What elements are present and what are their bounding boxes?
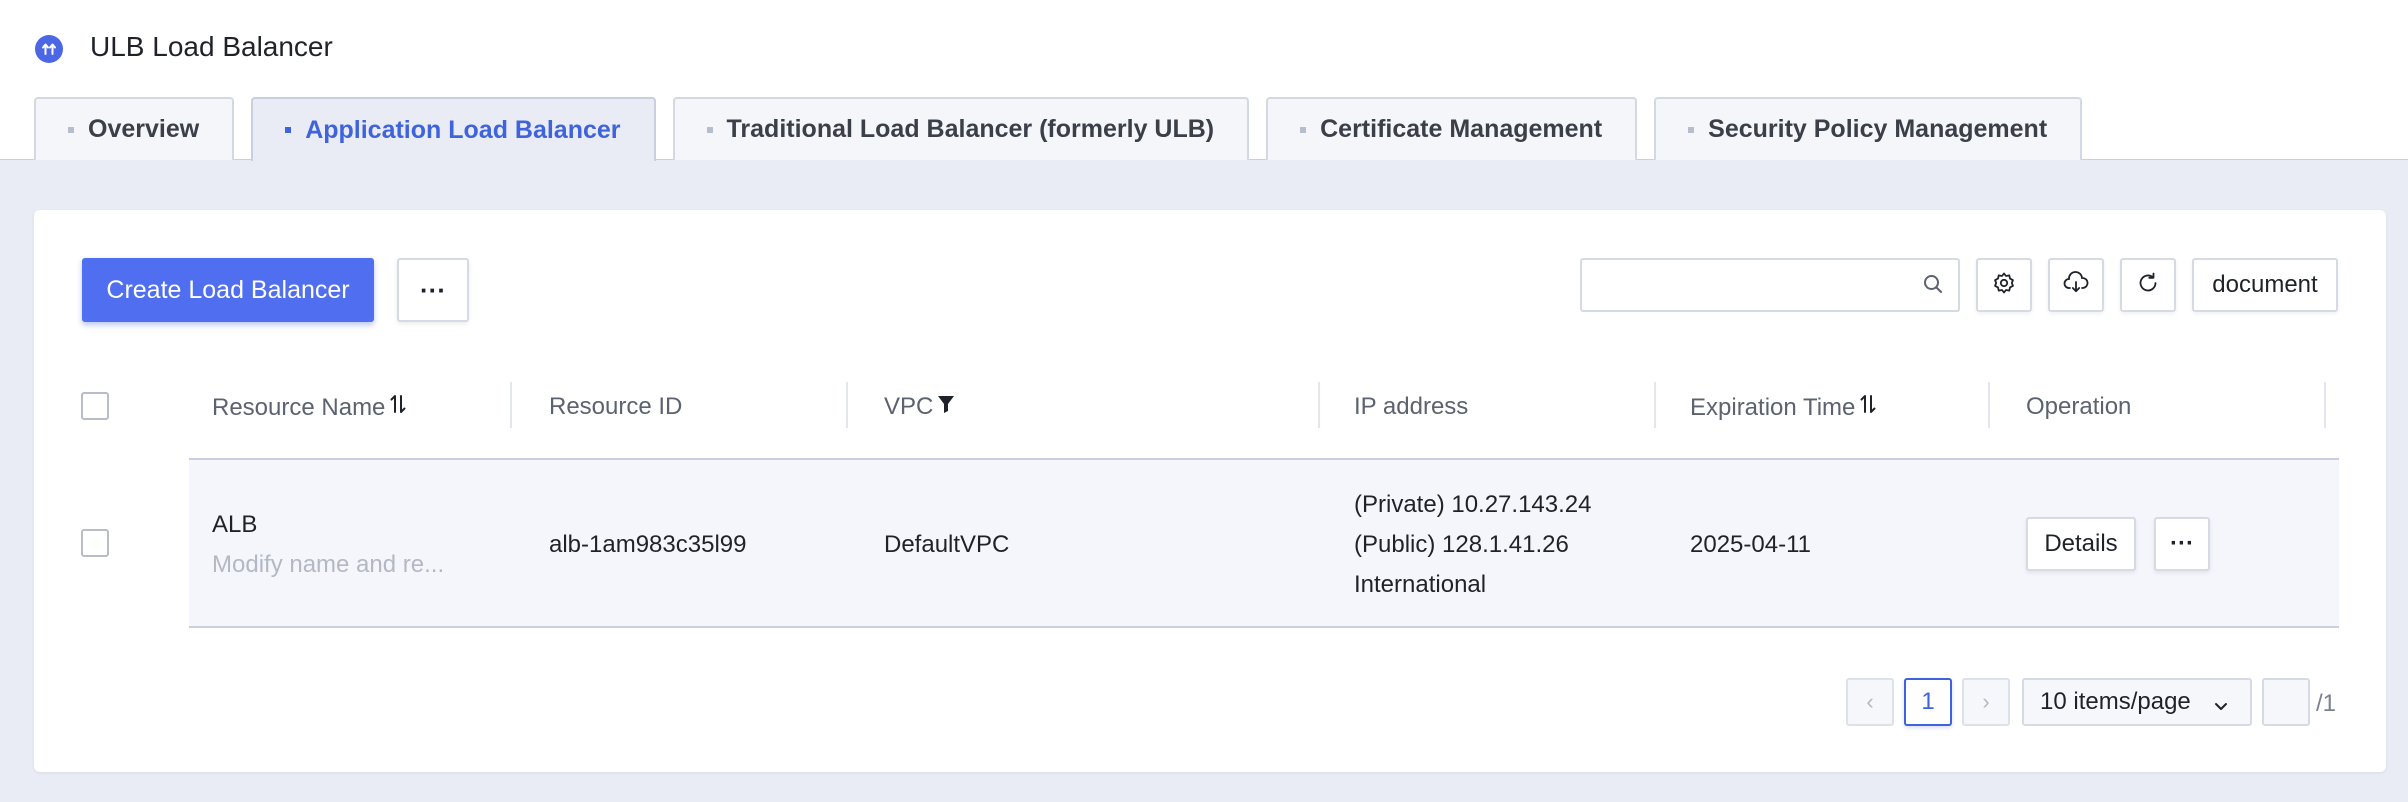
- tab-label: Certificate Management: [1320, 115, 1603, 143]
- column-header-expiration-time[interactable]: Expiration Time: [1690, 393, 1877, 422]
- more-actions-button[interactable]: ···: [397, 258, 469, 322]
- column-label: IP address: [1354, 393, 1469, 420]
- ip-private: (Private) 10.27.143.24: [1354, 491, 1592, 518]
- expiration-date: 2025-04-11: [1690, 531, 1811, 558]
- column-header-ip-address: IP address: [1354, 393, 1468, 421]
- sort-icon[interactable]: [389, 393, 407, 422]
- page-size-label: 10 items/page: [2040, 688, 2191, 715]
- tab-security-policy-management[interactable]: Security Policy Management: [1654, 97, 2083, 160]
- table-row: [189, 460, 2339, 628]
- page-header: ULB Load Balancer Overview Application L…: [0, 0, 2408, 161]
- filter-icon[interactable]: [937, 393, 955, 421]
- content-card: Create Load Balancer ··· document Resour…: [34, 210, 2386, 772]
- tab-bullet-icon: [1688, 126, 1695, 133]
- ip-region: International: [1354, 571, 1487, 598]
- search-input[interactable]: [1582, 260, 1902, 310]
- tab-bullet-icon: [1300, 126, 1307, 133]
- vpc-value: DefaultVPC: [884, 531, 1010, 558]
- column-divider: [2324, 382, 2326, 428]
- column-label: Resource ID: [549, 393, 683, 420]
- cloud-download-icon: [2063, 270, 2089, 300]
- tab-label: Application Load Balancer: [305, 115, 621, 144]
- tab-bullet-icon: [68, 126, 74, 133]
- column-divider: [510, 382, 512, 428]
- tab-label: Traditional Load Balancer (formerly ULB): [726, 115, 1215, 143]
- row-more-button[interactable]: ···: [2154, 517, 2210, 571]
- column-label: Resource Name: [212, 393, 386, 421]
- refresh-icon: [2136, 271, 2160, 300]
- tab-overview[interactable]: Overview: [34, 97, 235, 160]
- download-button[interactable]: [2048, 258, 2104, 312]
- column-divider: [1654, 382, 1656, 428]
- column-divider: [1318, 382, 1320, 428]
- column-label: VPC: [884, 393, 934, 420]
- sort-icon[interactable]: [1859, 393, 1877, 422]
- select-all-checkbox[interactable]: [81, 392, 109, 420]
- tab-bar: Overview Application Load Balancer Tradi…: [34, 97, 2099, 161]
- page-number-current[interactable]: 1: [1904, 678, 1952, 726]
- next-page-button[interactable]: ›: [1962, 678, 2010, 726]
- resource-id: alb-1am983c35l99: [549, 531, 747, 558]
- tab-label: Security Policy Management: [1708, 115, 2048, 143]
- column-label: Expiration Time: [1690, 393, 1856, 421]
- chevron-down-icon: [2212, 694, 2230, 722]
- refresh-button[interactable]: [2120, 258, 2176, 312]
- tab-bullet-icon: [706, 126, 713, 133]
- tab-label: Overview: [88, 115, 200, 143]
- column-header-vpc[interactable]: VPC: [884, 393, 955, 421]
- tab-application-load-balancer[interactable]: Application Load Balancer: [251, 97, 656, 161]
- settings-icon: [1992, 271, 2016, 300]
- column-divider: [846, 382, 848, 428]
- details-button[interactable]: Details: [2026, 517, 2136, 571]
- ulb-logo-icon: [35, 35, 63, 63]
- create-load-balancer-button[interactable]: Create Load Balancer: [82, 258, 374, 322]
- document-button[interactable]: document: [2192, 258, 2338, 312]
- tab-traditional-load-balancer[interactable]: Traditional Load Balancer (formerly ULB): [672, 97, 1250, 160]
- resource-name-edit-hint[interactable]: Modify name and re...: [212, 551, 444, 579]
- tab-bullet-icon: [285, 127, 292, 133]
- resource-name-link[interactable]: ALB: [212, 511, 257, 539]
- page-size-select[interactable]: 10 items/page: [2022, 678, 2252, 726]
- settings-button[interactable]: [1976, 258, 2032, 312]
- column-label: Operation: [2026, 393, 2132, 420]
- tab-certificate-management[interactable]: Certificate Management: [1266, 97, 1638, 160]
- ip-public: (Public) 128.1.41.26: [1354, 531, 1569, 558]
- column-header-resource-id: Resource ID: [549, 393, 682, 421]
- column-divider: [1988, 382, 1990, 428]
- search-icon[interactable]: [1922, 273, 1944, 300]
- search-box: [1580, 258, 1960, 312]
- page-title: ULB Load Balancer: [90, 31, 333, 62]
- page-jump-input[interactable]: [2262, 678, 2310, 726]
- column-header-resource-name[interactable]: Resource Name: [212, 393, 407, 422]
- prev-page-button[interactable]: ‹: [1846, 678, 1894, 726]
- page-total: /1: [2316, 690, 2337, 717]
- row-checkbox[interactable]: [81, 529, 109, 557]
- column-header-operation: Operation: [2026, 393, 2131, 421]
